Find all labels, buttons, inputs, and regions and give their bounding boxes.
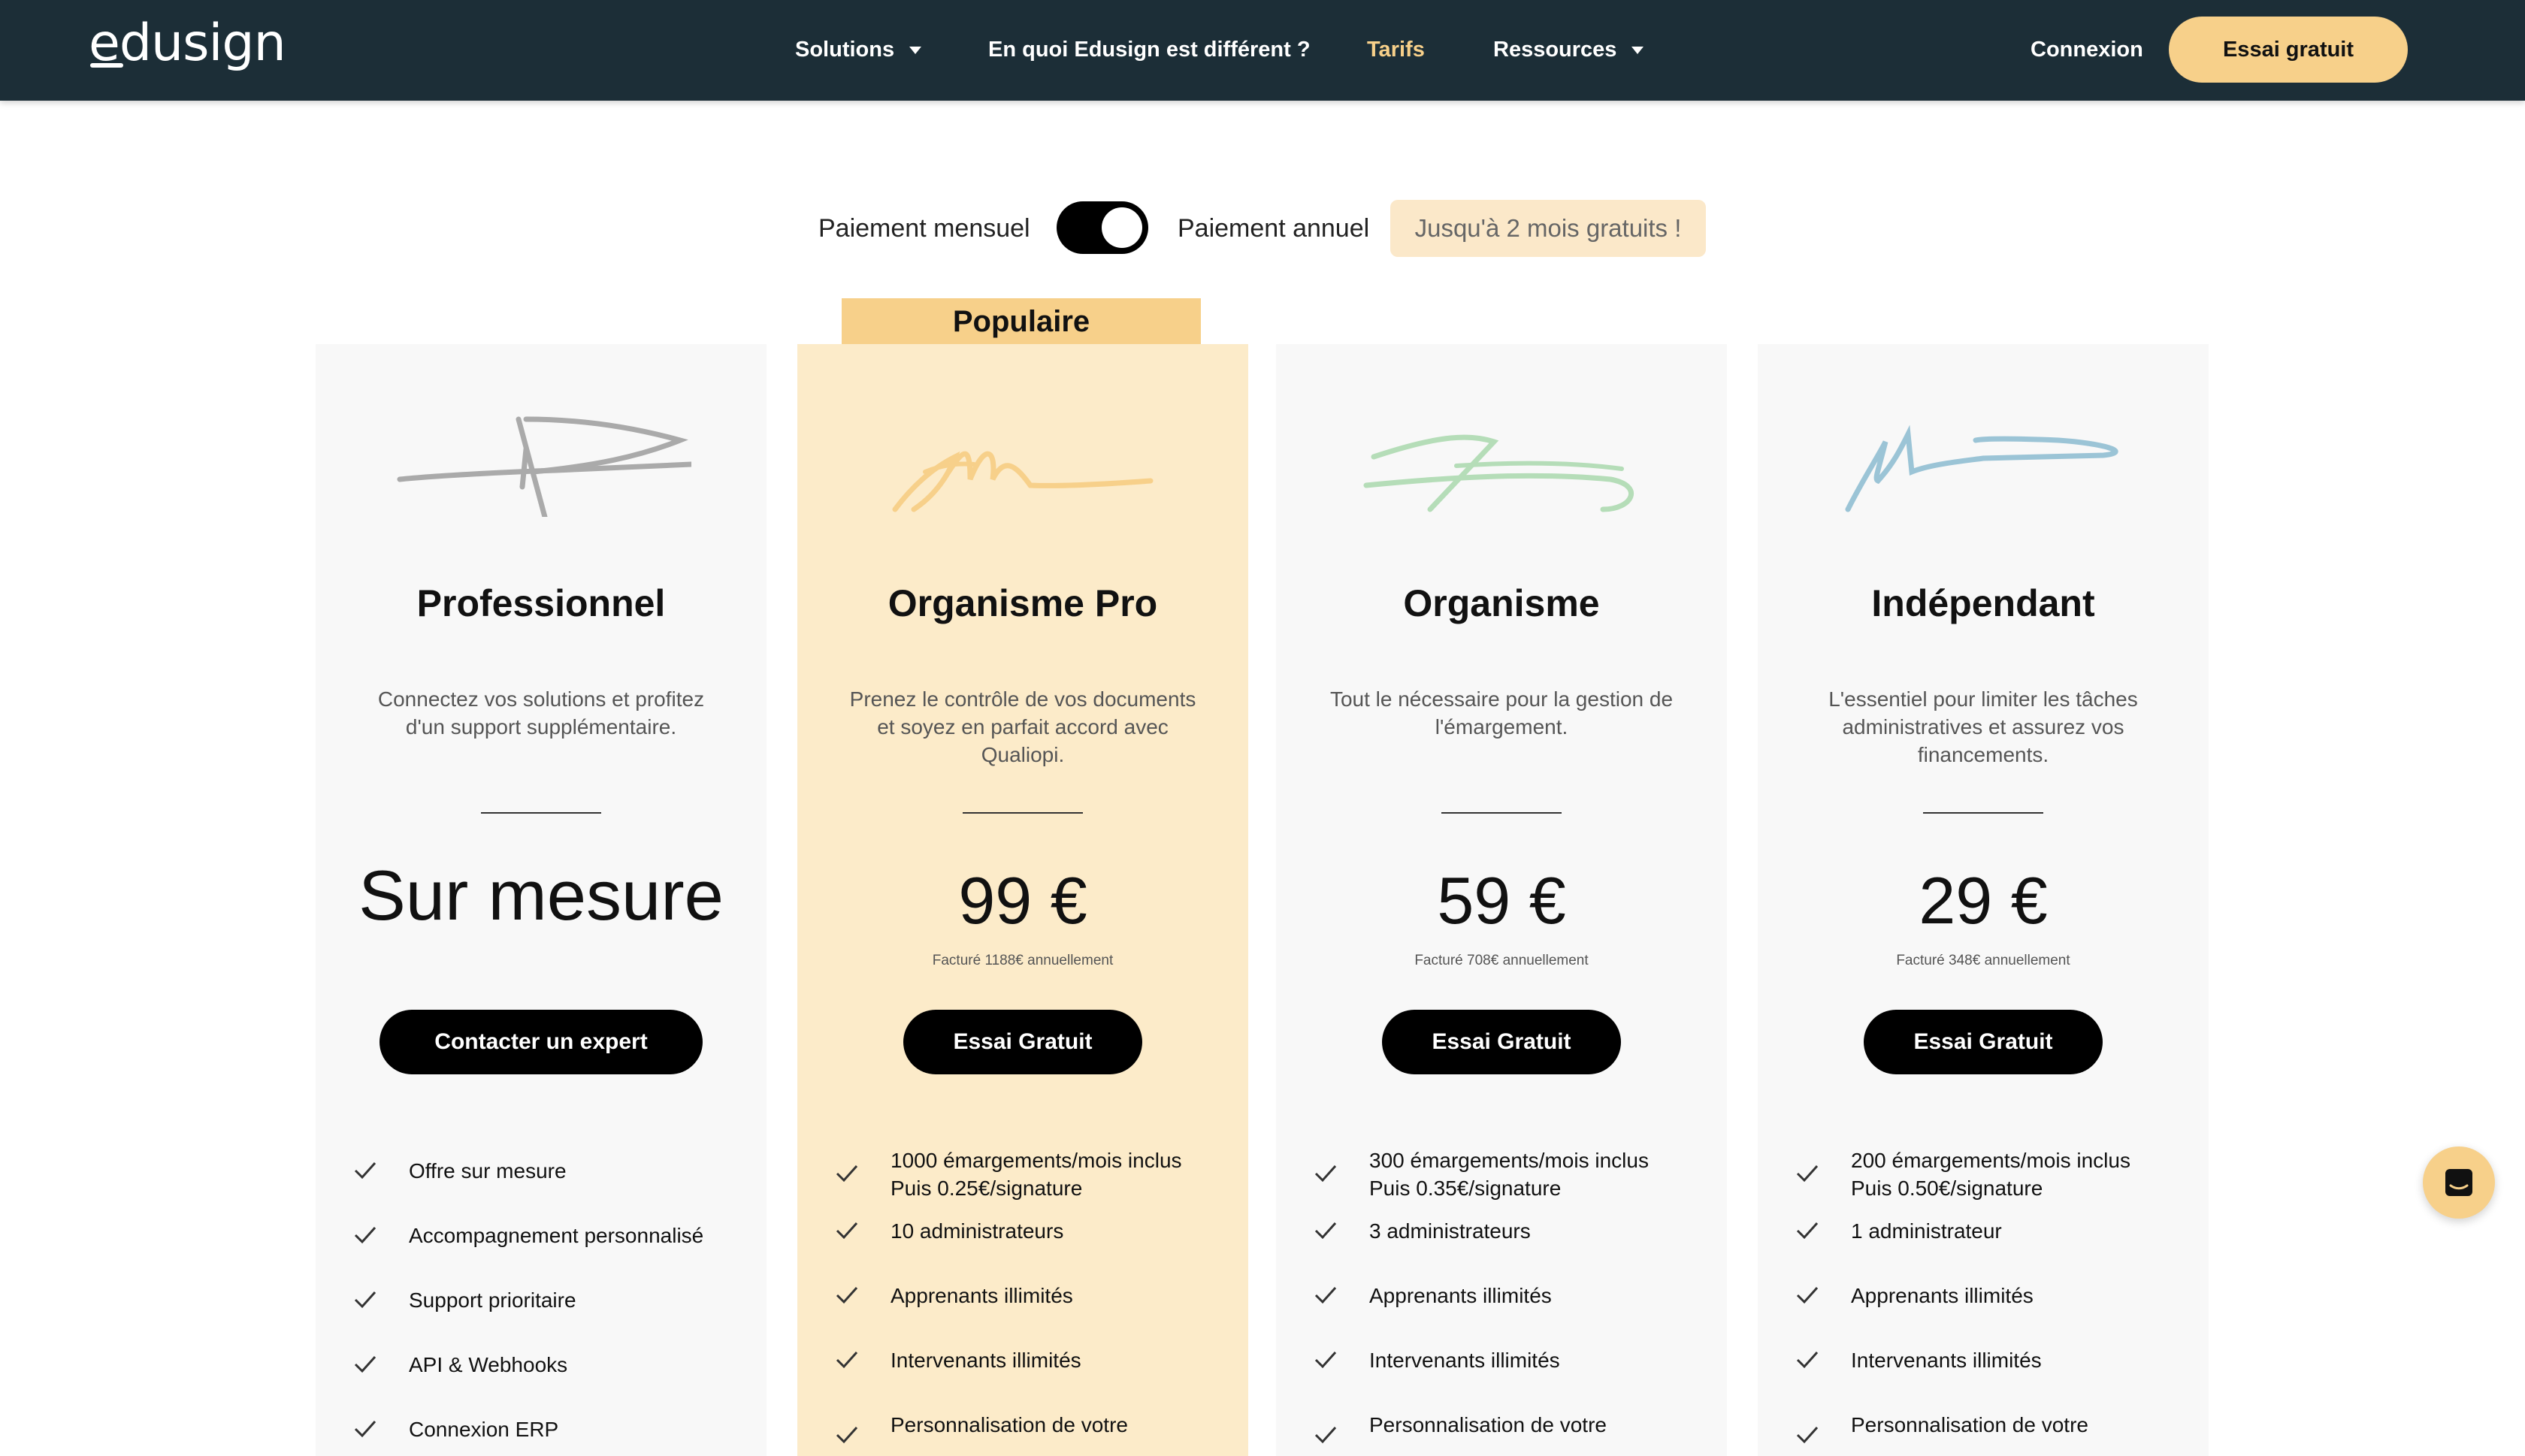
plan-description: L'essentiel pour limiter les tâches admi…: [1828, 687, 2138, 766]
logo-underline: [90, 63, 123, 68]
toggle-knob: [1102, 207, 1142, 248]
chevron-down-icon: [1631, 47, 1644, 55]
check-icon: [1314, 1222, 1337, 1240]
divider: [481, 812, 601, 814]
check-icon: [354, 1291, 376, 1309]
check-icon: [836, 1286, 858, 1304]
check-icon: [836, 1351, 858, 1369]
feature-text: Apprenants illimités: [1369, 1284, 1552, 1307]
check-icon: [1796, 1351, 1819, 1369]
free-trial-button[interactable]: Essai gratuit: [2169, 17, 2408, 83]
check-icon: [1796, 1286, 1819, 1304]
feature-text: Puis 0.25€/signature: [891, 1177, 1083, 1200]
check-icon: [1796, 1164, 1819, 1183]
feature-text: Intervenants illimités: [891, 1349, 1081, 1372]
plan-title: Organisme: [1403, 582, 1600, 624]
plan-card-organisme: Organisme Tout le nécessaire pour la ges…: [1276, 344, 1727, 1456]
nav-tarifs[interactable]: Tarifs: [1367, 33, 1425, 66]
chat-icon: [2445, 1169, 2472, 1196]
check-icon: [354, 1355, 376, 1373]
feature-text: Offre sur mesure: [409, 1159, 567, 1183]
feature-text: 10 administrateurs: [891, 1219, 1064, 1243]
billing-toggle[interactable]: [1057, 201, 1148, 254]
feature-text: Personnalisation de votre: [1369, 1413, 1607, 1436]
feature-text: Intervenants illimités: [1851, 1349, 2042, 1372]
signature-icon: [397, 416, 691, 517]
plan-price: 99 €: [958, 863, 1087, 938]
check-icon: [1314, 1286, 1337, 1304]
feature-text: 1000 émargements/mois inclus: [891, 1149, 1182, 1172]
plan-title: Organisme Pro: [888, 582, 1158, 624]
plan-title: Professionnel: [416, 582, 666, 624]
plan-description: Tout le nécessaire pour la gestion de l'…: [1329, 687, 1674, 739]
feature-text: Connexion ERP: [409, 1418, 559, 1441]
check-icon: [836, 1164, 858, 1183]
feature-text: Personnalisation de votre: [1851, 1413, 2088, 1436]
top-navbar: edusign Solutions En quoi Edusign est di…: [0, 0, 2525, 101]
nav-difference[interactable]: En quoi Edusign est différent ?: [988, 33, 1311, 66]
nav-ressources[interactable]: Ressources: [1493, 33, 1644, 66]
feature-text: Puis 0.35€/signature: [1369, 1177, 1562, 1200]
annual-label[interactable]: Paiement annuel: [1178, 213, 1369, 243]
nav-ressources-label: Ressources: [1493, 38, 1617, 62]
check-icon: [836, 1222, 858, 1240]
check-icon: [354, 1161, 376, 1180]
divider: [1923, 812, 2043, 814]
feature-text: Personnalisation de votre: [891, 1413, 1128, 1436]
signature-icon: [1363, 434, 1634, 512]
free-trial-button-organisme[interactable]: Essai Gratuit: [1382, 1010, 1621, 1074]
feature-text: Puis 0.50€/signature: [1851, 1177, 2043, 1200]
free-trial-button-organisme-pro[interactable]: Essai Gratuit: [903, 1010, 1142, 1074]
feature-text: 3 administrateurs: [1369, 1219, 1531, 1243]
signature-icon: [1845, 424, 2118, 512]
check-icon: [354, 1226, 376, 1244]
signature-icon: [892, 451, 1154, 512]
check-icon: [1314, 1164, 1337, 1183]
plan-card-independant: Indépendant L'essentiel pour limiter les…: [1758, 344, 2209, 1456]
plan-description: Connectez vos solutions et profitez d'un…: [377, 687, 705, 739]
chevron-down-icon: [909, 47, 922, 55]
feature-text: API & Webhooks: [409, 1353, 568, 1376]
monthly-label[interactable]: Paiement mensuel: [818, 213, 1030, 243]
plan-price: Sur mesure: [358, 856, 724, 935]
nav-difference-label: En quoi Edusign est différent ?: [988, 38, 1311, 62]
check-icon: [1796, 1222, 1819, 1240]
plan-title: Indépendant: [1871, 582, 2095, 624]
chat-launcher-button[interactable]: [2423, 1146, 2495, 1219]
feature-text: 200 émargements/mois inclus: [1851, 1149, 2130, 1172]
check-icon: [354, 1420, 376, 1438]
feature-text: 1 administrateur: [1851, 1219, 2002, 1243]
contact-expert-button[interactable]: Contacter un expert: [380, 1010, 703, 1074]
billed-annually: Facturé 1188€ annuellement: [932, 953, 1114, 968]
feature-text: Apprenants illimités: [891, 1284, 1073, 1307]
billed-annually: Facturé 708€ annuellement: [1414, 953, 1589, 968]
plan-price: 59 €: [1437, 863, 1566, 938]
popular-badge: Populaire: [842, 298, 1201, 345]
plan-card-professionnel: Professionnel Connectez vos solutions et…: [316, 344, 767, 1456]
divider: [1441, 812, 1562, 814]
plan-price: 29 €: [1919, 863, 2048, 938]
feature-text: Accompagnement personnalisé: [409, 1224, 704, 1247]
promo-badge: Jusqu'à 2 mois gratuits !: [1390, 200, 1706, 257]
plan-card-organisme-pro: Organisme Pro Prenez le contrôle de vos …: [797, 344, 1248, 1456]
nav-solutions-label: Solutions: [795, 38, 895, 62]
feature-text: Apprenants illimités: [1851, 1284, 2034, 1307]
nav-solutions[interactable]: Solutions: [795, 33, 922, 66]
feature-text: Intervenants illimités: [1369, 1349, 1560, 1372]
free-trial-button-independant[interactable]: Essai Gratuit: [1864, 1010, 2103, 1074]
divider: [963, 812, 1083, 814]
plan-description: Prenez le contrôle de vos documents et s…: [849, 687, 1196, 766]
billed-annually: Facturé 348€ annuellement: [1896, 953, 2070, 968]
login-link[interactable]: Connexion: [2031, 33, 2143, 66]
feature-text: Support prioritaire: [409, 1288, 576, 1312]
check-icon: [1314, 1351, 1337, 1369]
nav-tarifs-label: Tarifs: [1367, 38, 1425, 62]
feature-text: 300 émargements/mois inclus: [1369, 1149, 1649, 1172]
